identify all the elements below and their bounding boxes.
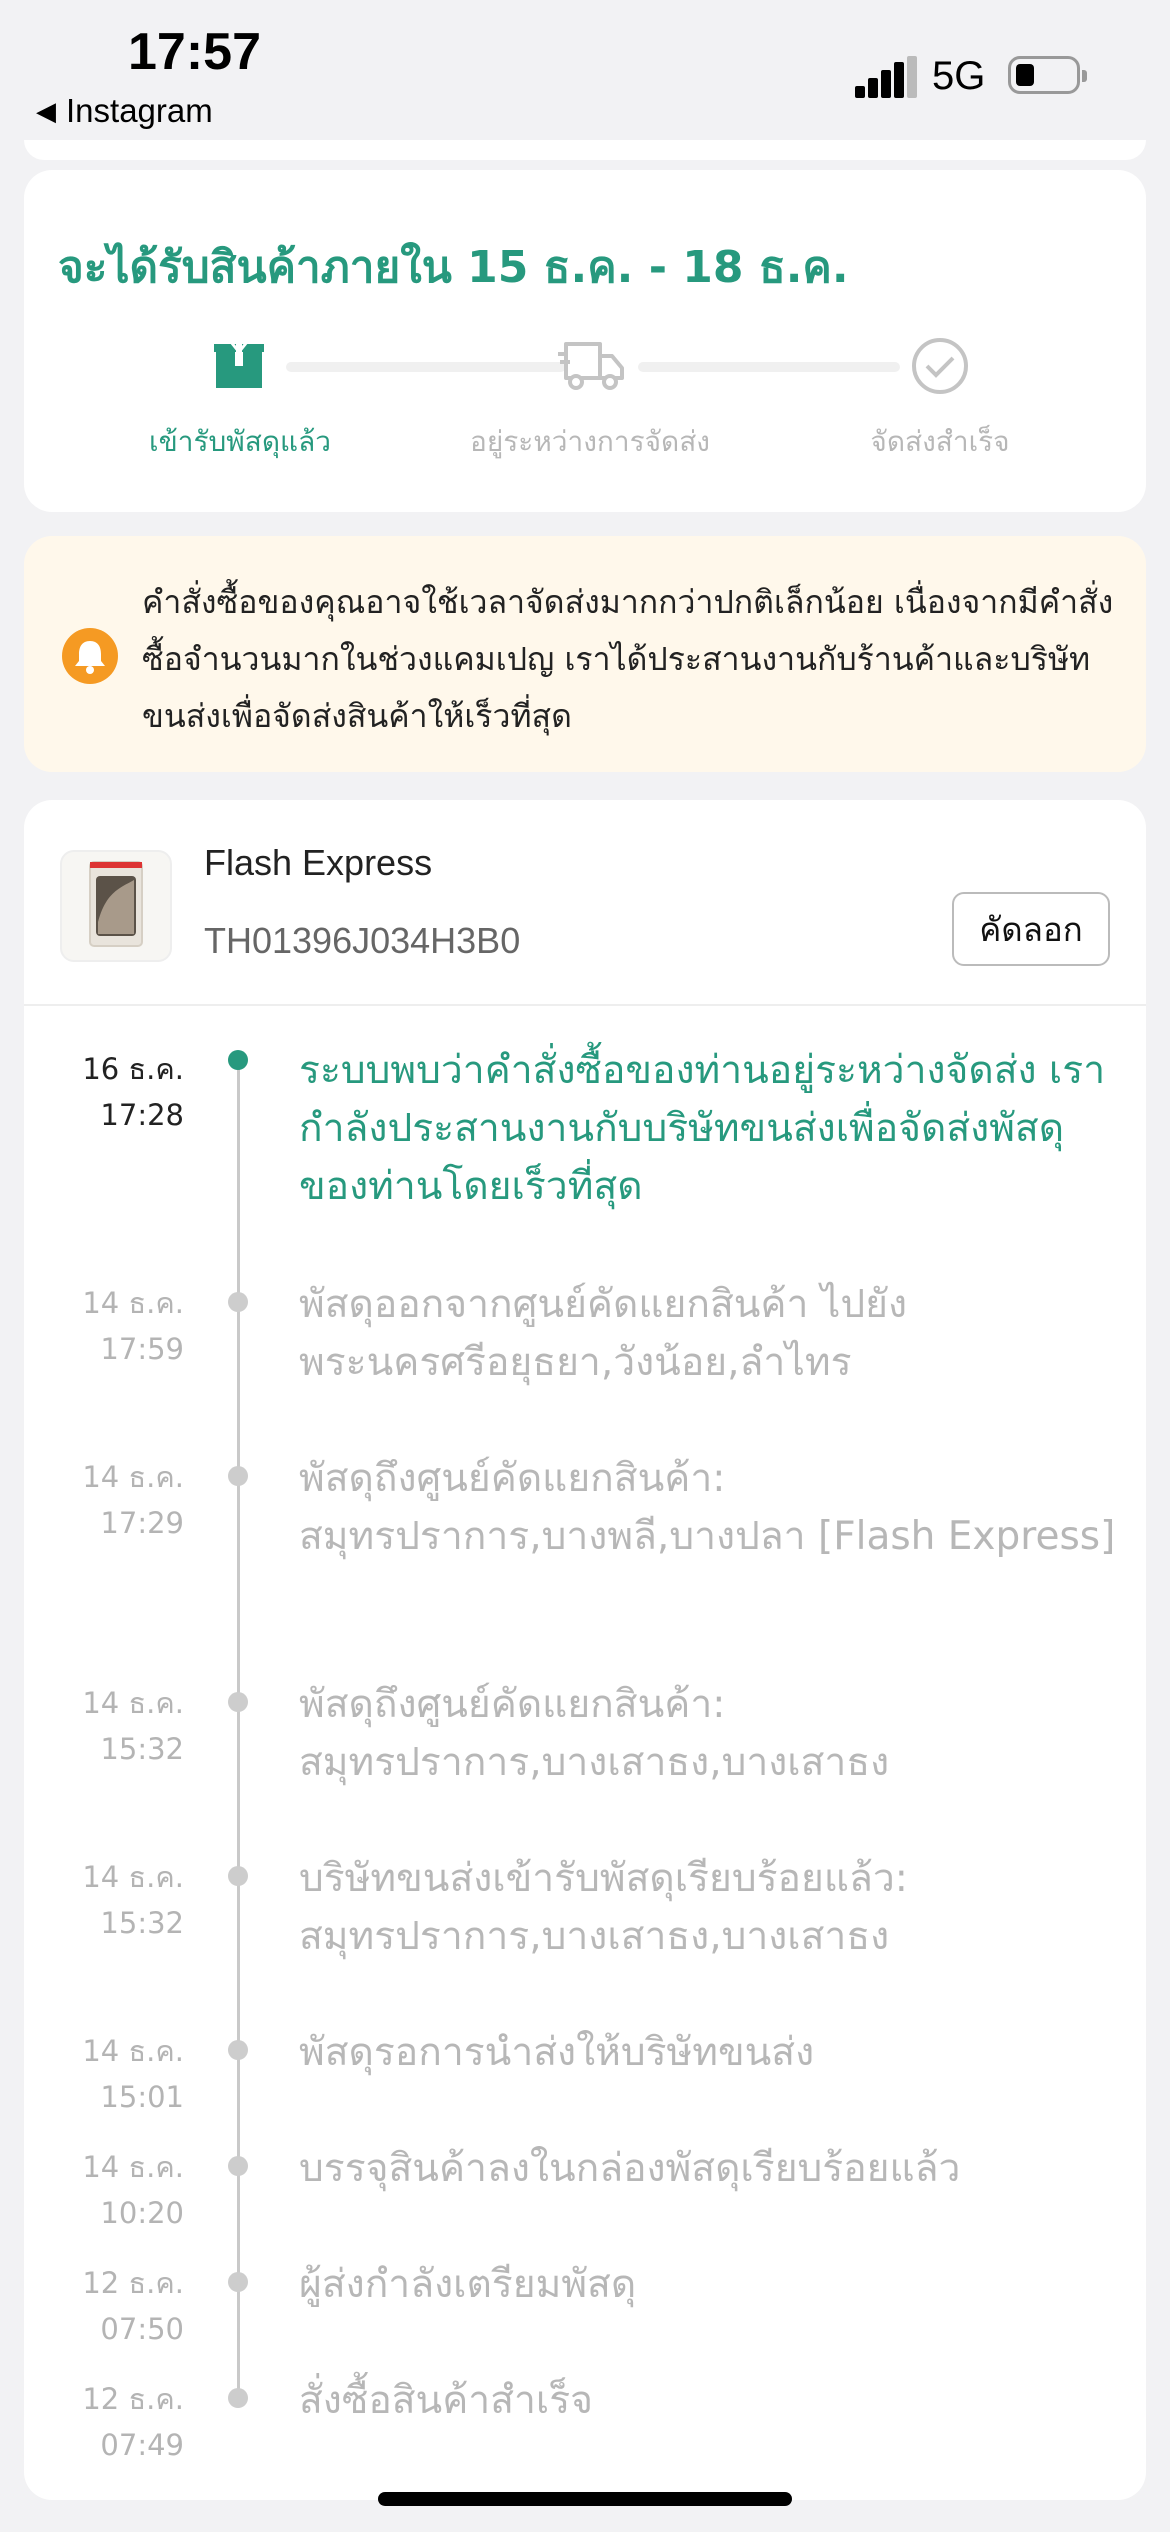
back-triangle-icon: ◀: [36, 96, 56, 126]
notice-text: คำสั่งซื้อของคุณอาจใช้เวลาจัดส่งมากกว่าป…: [142, 583, 1114, 735]
timeline-dot: [228, 1466, 248, 1486]
event-date: 12 ธ.ค.: [82, 2266, 184, 2300]
event-description: ผู้ส่งกำลังเตรียมพัสดุ: [299, 2262, 637, 2307]
event-description: บริษัทขนส่งเข้ารับพัสดุเรียบร้อยแล้ว: สม…: [299, 1856, 908, 1959]
event-time: 17:59: [100, 1332, 184, 1366]
timeline-dot: [228, 2156, 248, 2176]
network-type: 5G: [932, 54, 986, 98]
status-bar: 17:57 ◀ Instagram 5G: [0, 0, 1170, 140]
previous-card-edge: [24, 140, 1146, 160]
event-date: 14 ธ.ค.: [82, 2034, 184, 2068]
event-date: 14 ธ.ค.: [82, 2150, 184, 2184]
progress-line-2: [638, 362, 900, 372]
status-time: 17:57: [128, 23, 261, 81]
event-description: พัสดุออกจากศูนย์คัดแยกสินค้า ไปยัง พระนค…: [299, 1282, 908, 1385]
event-time: 07:50: [100, 2312, 184, 2346]
timeline-line: [237, 1056, 240, 2396]
timeline-dot: [228, 1050, 248, 1070]
check-circle-icon: [912, 338, 968, 394]
timeline-dot: [228, 2272, 248, 2292]
event-time: 15:32: [100, 1906, 184, 1940]
step-label-in-transit: อยู่ระหว่างการจัดส่ง: [470, 425, 710, 458]
home-indicator[interactable]: [378, 2492, 792, 2506]
event-date: 14 ธ.ค.: [82, 1286, 184, 1320]
event-time: 15:32: [100, 1732, 184, 1766]
timeline-dot: [228, 2388, 248, 2408]
timeline-dot: [228, 2040, 248, 2060]
event-description: พัสดุรอการนำส่งให้บริษัทขนส่ง: [299, 2030, 815, 2075]
back-to-app-link[interactable]: ◀ Instagram: [36, 92, 213, 130]
package-icon: [214, 341, 264, 388]
truck-icon: [558, 342, 624, 390]
event-description: ระบบพบว่าคำสั่งซื้อของท่านอยู่ระหว่างจัด…: [299, 1048, 1106, 1209]
carrier-name: Flash Express: [204, 842, 433, 883]
timeline-dot: [228, 1292, 248, 1312]
event-time: 17:28: [100, 1098, 184, 1132]
product-thumbnail: [60, 850, 172, 962]
event-time: 10:20: [100, 2196, 184, 2230]
event-description: สั่งซื้อสินค้าสำเร็จ: [299, 2378, 594, 2423]
event-date: 16 ธ.ค.: [82, 1052, 184, 1086]
estimated-delivery-title: จะได้รับสินค้าภายใน 15 ธ.ค. - 18 ธ.ค.: [58, 242, 849, 293]
event-description: พัสดุถึงศูนย์คัดแยกสินค้า: สมุทรปราการ,บ…: [299, 1682, 890, 1785]
card-divider: [24, 1004, 1146, 1006]
shipment-tracking-card: Flash Express TH01396J034H3B0 คัดลอก 16 …: [24, 800, 1146, 2500]
step-label-picked-up: เข้ารับพัสดุแล้ว: [149, 425, 331, 458]
cellular-signal-icon: [855, 56, 917, 98]
battery-icon: [1008, 56, 1087, 94]
copy-tracking-button[interactable]: คัดลอก: [952, 892, 1110, 966]
timeline-dot: [228, 1866, 248, 1886]
event-description: บรรจุสินค้าลงในกล่องพัสดุเรียบร้อยแล้ว: [299, 2146, 961, 2191]
event-date: 12 ธ.ค.: [82, 2382, 184, 2416]
step-label-delivered: จัดส่งสำเร็จ: [870, 425, 1010, 458]
timeline-dot: [228, 1692, 248, 1712]
event-date: 14 ธ.ค.: [82, 1860, 184, 1894]
event-description: พัสดุถึงศูนย์คัดแยกสินค้า: สมุทรปราการ,บ…: [299, 1456, 1116, 1559]
delay-notice-banner: คำสั่งซื้อของคุณอาจใช้เวลาจัดส่งมากกว่าป…: [24, 536, 1146, 772]
back-app-label: Instagram: [66, 92, 213, 129]
event-time: 07:49: [100, 2428, 184, 2462]
event-time: 17:29: [100, 1506, 184, 1540]
bell-icon: [62, 628, 118, 684]
event-date: 14 ธ.ค.: [82, 1686, 184, 1720]
delivery-progress-card: จะได้รับสินค้าภายใน 15 ธ.ค. - 18 ธ.ค. เข…: [24, 170, 1146, 512]
tracking-number: TH01396J034H3B0: [204, 920, 521, 961]
event-date: 14 ธ.ค.: [82, 1460, 184, 1494]
event-time: 15:01: [100, 2080, 184, 2114]
progress-line-1: [286, 362, 566, 372]
